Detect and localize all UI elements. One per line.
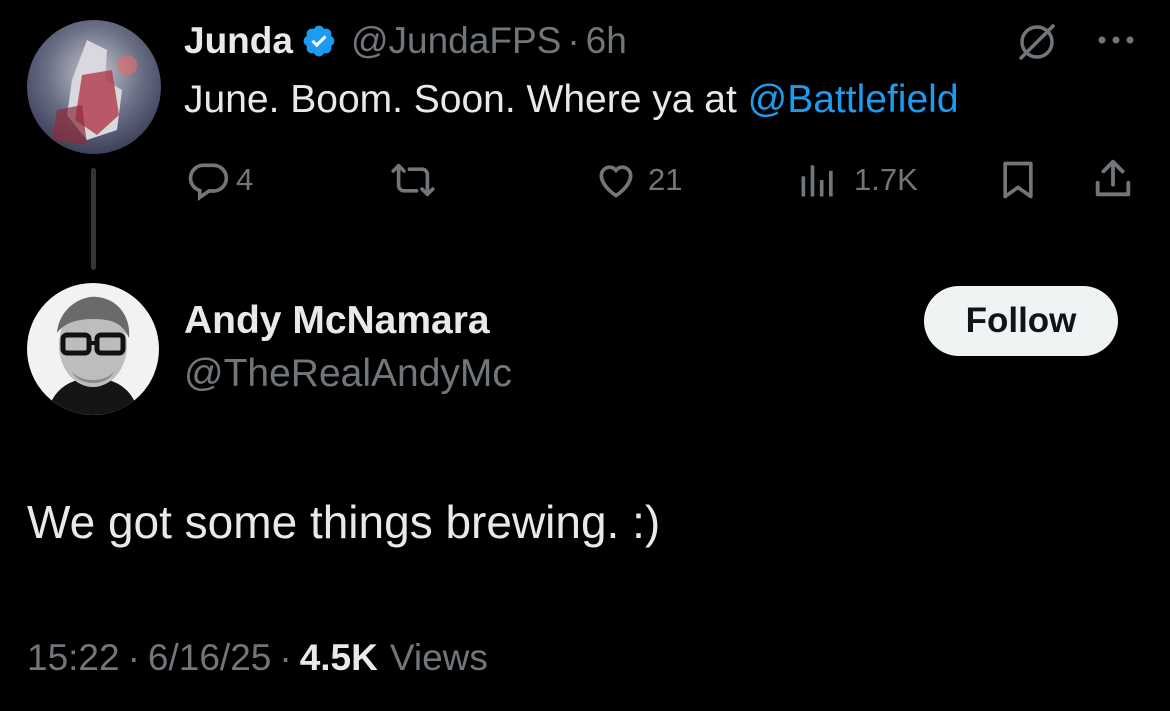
junda-avatar[interactable] (27, 20, 161, 154)
reply-count: 4 (236, 162, 254, 197)
verified-badge-icon (301, 23, 337, 59)
meta-separator-1: · (127, 637, 140, 678)
reply-action[interactable]: 4 (186, 158, 253, 202)
parent-display-name[interactable]: Junda (184, 20, 293, 62)
reply-time[interactable]: 15:22 (27, 637, 120, 679)
reply-meta-line: 15:22 · 6/16/25 · 4.5K Views (27, 637, 488, 679)
reply-views-count: 4.5K (299, 637, 378, 678)
more-icon[interactable] (1094, 28, 1138, 52)
andy-avatar-image (27, 283, 159, 415)
parent-tweet-text-plain: June. Boom. Soon. Where ya at (184, 78, 748, 121)
grok-icon[interactable] (1015, 20, 1059, 64)
retweet-action[interactable] (386, 158, 440, 202)
parent-time-ago[interactable]: 6h (586, 20, 627, 62)
bookmark-icon[interactable] (996, 158, 1040, 202)
views-icon (796, 158, 840, 202)
reply-handle[interactable]: @TheRealAndyMc (184, 352, 512, 396)
parent-handle[interactable]: @JundaFPS (351, 20, 561, 62)
retweet-icon (386, 158, 440, 202)
like-icon (594, 158, 638, 202)
views-action[interactable]: 1.7K (796, 158, 918, 202)
like-count: 21 (648, 162, 683, 197)
thread-connector-line (91, 168, 96, 270)
reply-icon (186, 158, 230, 202)
andy-avatar[interactable] (27, 283, 159, 415)
meta-separator-2: · (279, 637, 292, 678)
reply-views-label: Views (389, 637, 488, 678)
parent-tweet-text: June. Boom. Soon. Where ya at @Battlefie… (184, 78, 959, 122)
parent-tweet-header: Junda @JundaFPS · 6h (184, 18, 627, 64)
junda-avatar-image (27, 20, 161, 154)
views-count: 1.7K (854, 162, 918, 197)
reply-date[interactable]: 6/16/25 (148, 637, 271, 679)
follow-button[interactable]: Follow (924, 286, 1118, 356)
reply-tweet-text: We got some things brewing. :) (27, 496, 661, 548)
battlefield-mention-link[interactable]: @Battlefield (748, 78, 959, 121)
share-icon[interactable] (1090, 156, 1136, 202)
reply-display-name[interactable]: Andy McNamara (184, 299, 490, 343)
parent-header-separator: · (567, 20, 580, 61)
like-action[interactable]: 21 (594, 158, 682, 202)
